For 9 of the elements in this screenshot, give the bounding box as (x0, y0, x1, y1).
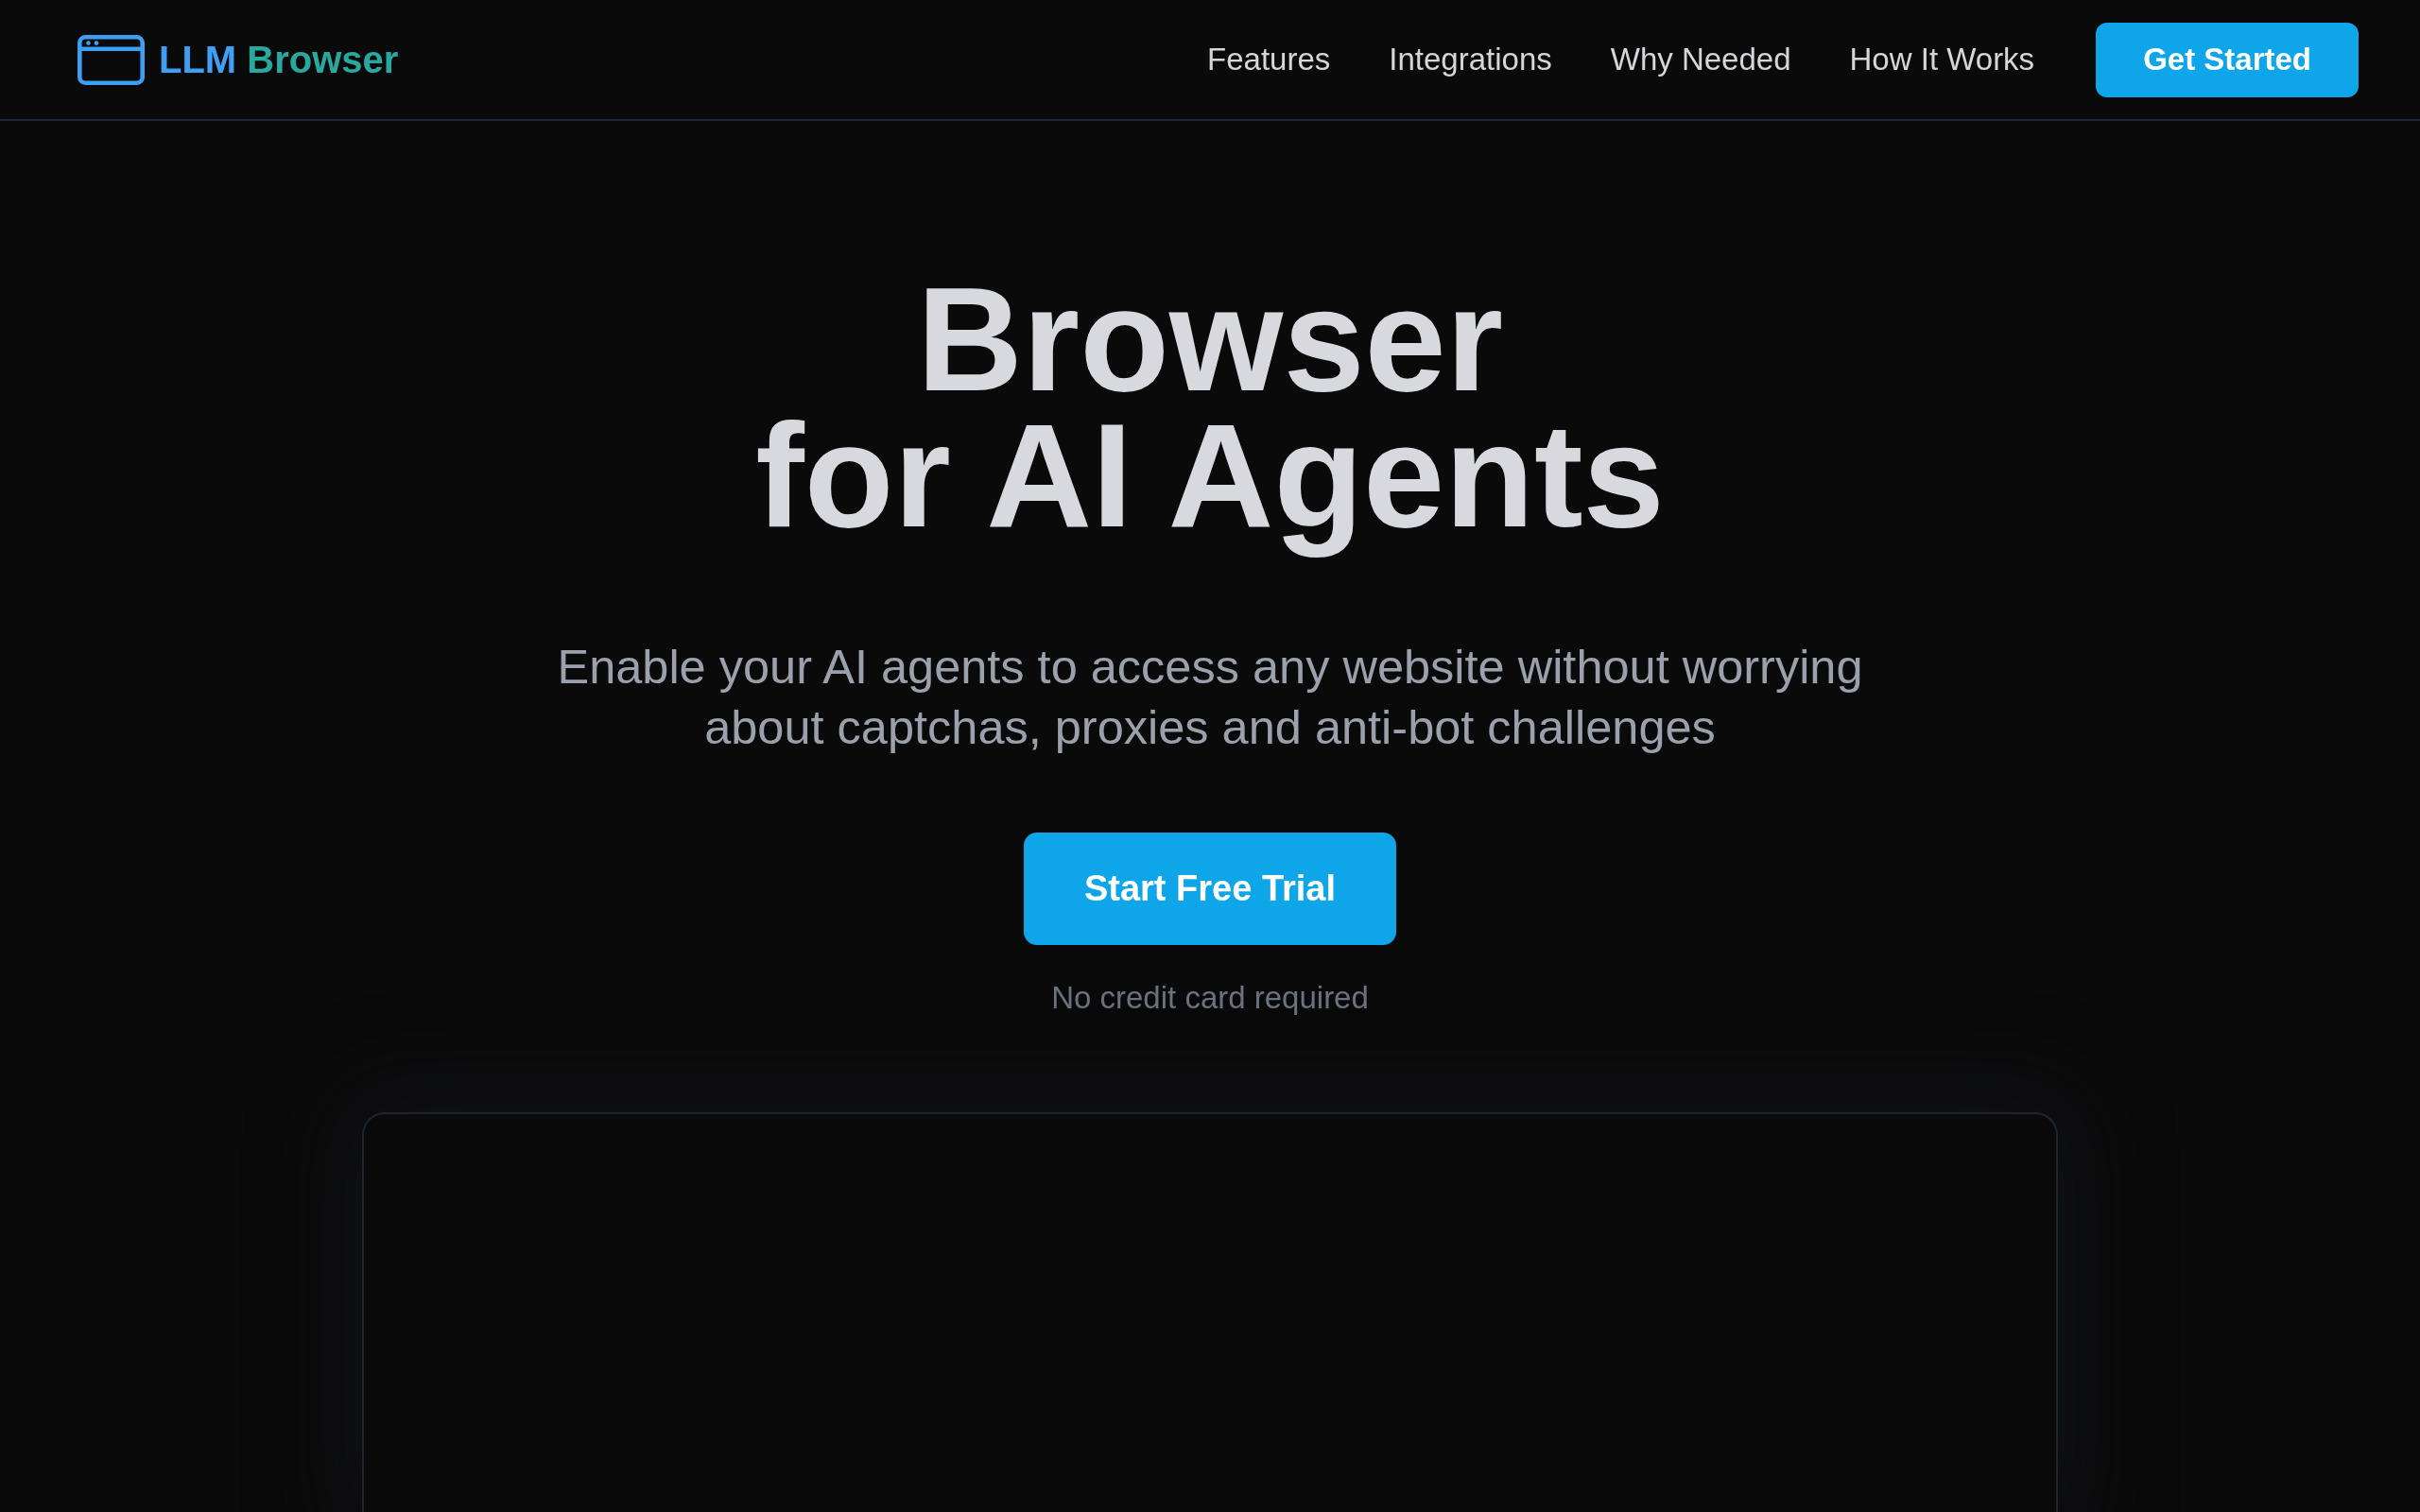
nav-link[interactable]: Features (1207, 39, 1331, 80)
hero-title: Browser for AI Agents (754, 263, 1666, 559)
hero-subtitle: Enable your AI agents to access any website without worrying about captchas, proxies and anti-bot challenges (556, 639, 1864, 756)
nav-link[interactable]: Integrations (1389, 39, 1552, 80)
brand-logo[interactable]: LLM Browser (78, 34, 399, 85)
nav-link[interactable]: How It Works (1849, 39, 2035, 80)
hero-note: No credit card required (1051, 979, 1369, 1017)
browser-window-icon (78, 34, 145, 85)
nav-link[interactable]: Why Needed (1610, 39, 1791, 80)
